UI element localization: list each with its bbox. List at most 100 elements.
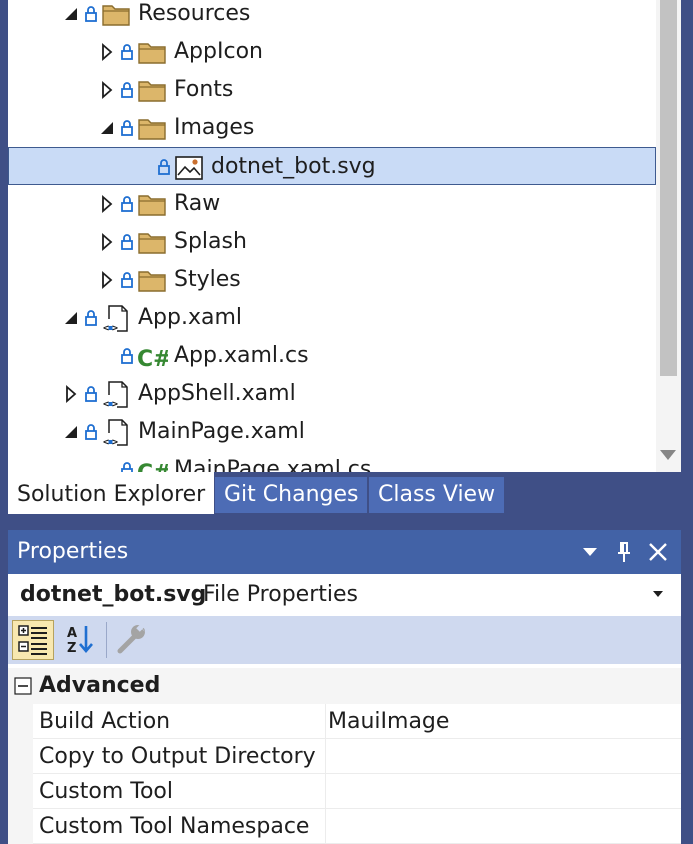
expand-arrow-icon[interactable] — [100, 232, 114, 252]
vertical-scrollbar[interactable] — [656, 0, 681, 472]
tool-window-tabs: Solution Explorer Git Changes Class View — [8, 472, 681, 514]
property-row-copy-to-output[interactable]: Copy to Output Directory — [8, 739, 681, 774]
categorized-button[interactable] — [12, 620, 54, 660]
tree-item-label: App.xaml.cs — [174, 343, 309, 368]
property-row-build-action[interactable]: Build Action MauiImage — [8, 704, 681, 739]
tree-item-label: Fonts — [174, 77, 234, 102]
tree-item-label: MainPage.xaml — [138, 419, 305, 444]
row-gutter — [8, 704, 33, 739]
tree-item[interactable]: Resources — [8, 0, 656, 33]
lock-icon — [85, 310, 97, 326]
row-gutter — [8, 809, 33, 844]
property-row-custom-tool-namespace[interactable]: Custom Tool Namespace — [8, 809, 681, 844]
lock-icon — [121, 462, 133, 472]
wrench-icon — [117, 623, 145, 654]
expand-arrow-icon[interactable] — [100, 194, 114, 214]
collapse-arrow-icon[interactable] — [64, 4, 78, 24]
tab-class-view[interactable]: Class View — [369, 477, 505, 513]
folder-icon — [138, 195, 166, 216]
lock-icon — [158, 159, 170, 175]
scroll-down-arrow-icon[interactable] — [659, 448, 677, 462]
tree-item[interactable]: C#App.xaml.cs — [8, 337, 656, 375]
tree-item-label: Images — [174, 115, 255, 140]
tree-item-label: AppShell.xaml — [138, 381, 296, 406]
properties-title: Properties — [17, 539, 129, 564]
tree-item-label: dotnet_bot.svg — [211, 154, 376, 179]
properties-title-bar: Properties — [8, 530, 681, 574]
csharp-file-icon: C# — [137, 347, 168, 372]
category-label: Advanced — [39, 673, 161, 698]
lock-icon — [121, 348, 133, 364]
tree-item[interactable]: Fonts — [8, 71, 656, 109]
tree-item[interactable]: < > App.xaml — [8, 299, 656, 337]
lock-icon — [121, 120, 133, 136]
tree-item[interactable]: Splash — [8, 223, 656, 261]
tree-item[interactable]: Raw — [8, 185, 656, 223]
solution-tree: Resources AppIcon Fonts Images dotnet_bot.sv… — [8, 0, 656, 472]
tree-item[interactable]: C# MainPage.xaml.cs — [8, 451, 656, 472]
lock-icon — [121, 272, 133, 288]
image-file-icon — [175, 156, 203, 180]
svg-text:<: < — [103, 437, 109, 448]
svg-text:>: > — [112, 437, 118, 448]
category-advanced[interactable]: Advanced — [8, 668, 681, 704]
row-gutter — [8, 739, 33, 774]
tree-item[interactable]: dotnet_bot.svg — [8, 147, 656, 185]
tree-item[interactable]: AppIcon — [8, 33, 656, 71]
property-name: Custom Tool Namespace — [39, 809, 326, 844]
tree-item[interactable]: < > MainPage.xaml — [8, 413, 656, 451]
collapse-arrow-icon[interactable] — [64, 308, 78, 328]
property-grid: Advanced Build Action MauiImage Copy to … — [8, 664, 681, 844]
pin-icon[interactable] — [612, 540, 636, 564]
svg-text:C#: C# — [137, 347, 168, 372]
property-name: Copy to Output Directory — [39, 739, 326, 774]
properties-toolbar: A Z — [8, 616, 681, 664]
collapse-icon[interactable] — [14, 677, 32, 695]
close-icon[interactable] — [646, 540, 670, 564]
chevron-down-icon[interactable] — [651, 589, 665, 599]
lock-icon — [121, 82, 133, 98]
selected-object-type: File Properties — [203, 582, 358, 607]
toolbar-separator — [106, 622, 107, 658]
folder-icon — [138, 81, 166, 102]
svg-text:C#: C# — [137, 461, 168, 472]
tree-item[interactable]: < > AppShell.xaml — [8, 375, 656, 413]
svg-text:A: A — [67, 626, 77, 641]
folder-icon — [138, 119, 166, 140]
expand-arrow-icon[interactable] — [100, 270, 114, 290]
property-row-custom-tool[interactable]: Custom Tool — [8, 774, 681, 809]
tree-item-label: AppIcon — [174, 39, 263, 64]
folder-icon — [138, 233, 166, 254]
selected-object-name: dotnet_bot.svg — [20, 582, 207, 607]
alphabetical-button[interactable]: A Z — [58, 620, 100, 660]
svg-text:>: > — [112, 399, 118, 410]
lock-icon — [121, 44, 133, 60]
solution-explorer-panel: Resources AppIcon Fonts Images dotnet_bot.sv… — [8, 0, 681, 472]
tree-item-label: MainPage.xaml.cs — [174, 457, 372, 472]
tree-item[interactable]: Styles — [8, 261, 656, 299]
expand-arrow-icon[interactable] — [64, 384, 78, 404]
expand-arrow-icon[interactable] — [100, 42, 114, 62]
lock-icon — [85, 424, 97, 440]
csharp-file-icon: C# — [137, 461, 168, 472]
property-name: Custom Tool — [39, 774, 326, 809]
tree-item-label: Styles — [174, 267, 241, 292]
tree-item-label: App.xaml — [138, 305, 243, 330]
scrollbar-thumb[interactable] — [660, 0, 677, 376]
categorized-icon — [18, 625, 47, 655]
object-selector[interactable]: dotnet_bot.svg File Properties — [8, 574, 681, 616]
tab-git-changes[interactable]: Git Changes — [215, 477, 368, 513]
expand-arrow-icon[interactable] — [100, 80, 114, 100]
property-pages-button[interactable] — [112, 620, 154, 660]
svg-text:<: < — [103, 323, 109, 334]
tree-item[interactable]: Images — [8, 109, 656, 147]
window-position-dropdown-icon[interactable] — [578, 540, 602, 564]
property-name: Build Action — [39, 704, 326, 739]
tab-solution-explorer[interactable]: Solution Explorer — [8, 472, 215, 514]
collapse-arrow-icon[interactable] — [64, 422, 78, 442]
property-value[interactable]: MauiImage — [328, 704, 449, 739]
xaml-file-icon: < > — [103, 381, 128, 410]
row-gutter — [8, 774, 33, 809]
collapse-arrow-icon[interactable] — [100, 118, 114, 138]
svg-text:<: < — [103, 399, 109, 410]
